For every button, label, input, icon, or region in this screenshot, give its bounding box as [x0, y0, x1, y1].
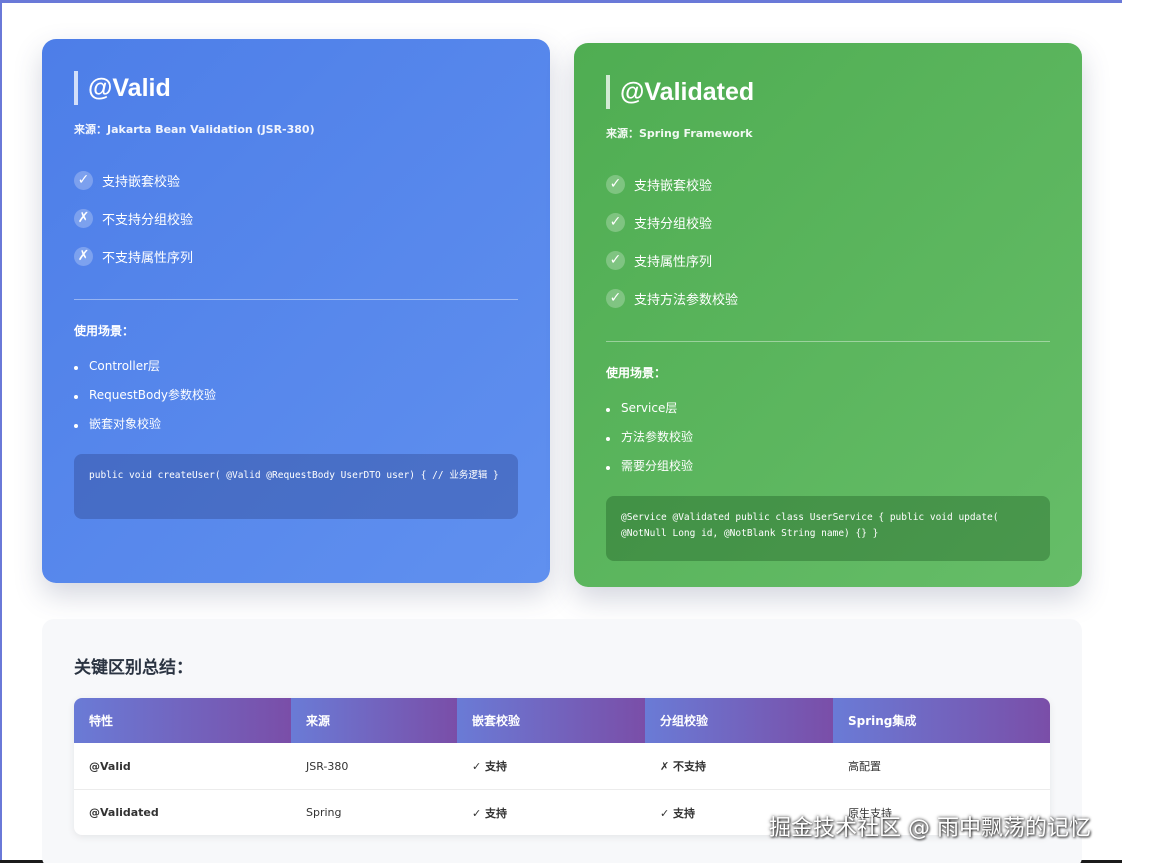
- table-header-cell: 来源: [291, 698, 457, 743]
- valid-card: @Valid 来源：Jakarta Bean Validation (JSR-3…: [42, 39, 550, 583]
- bullet-icon: [606, 465, 610, 470]
- table-header-row: 特性 来源 嵌套校验 分组校验 Spring集成: [74, 698, 1050, 743]
- scenario-item: RequestBody参数校验: [74, 380, 518, 409]
- scenario-label: 需要分组校验: [621, 459, 694, 473]
- right-edge: [1122, 0, 1152, 863]
- scenario-label: Service层: [621, 401, 678, 415]
- feature-item: ✓ 支持分组校验: [606, 203, 1050, 241]
- scenario-label: 嵌套对象校验: [89, 417, 162, 431]
- bullet-icon: [74, 423, 78, 428]
- feature-item: ✓ 支持嵌套校验: [74, 161, 518, 199]
- bullet-icon: [74, 394, 78, 399]
- validated-card: @Validated 来源：Spring Framework ✓ 支持嵌套校验 …: [574, 43, 1082, 587]
- cross-icon: ✗: [74, 208, 93, 228]
- code-block: public void createUser( @Valid @RequestB…: [74, 454, 518, 519]
- card-source: 来源：Jakarta Bean Validation (JSR-380): [74, 123, 315, 136]
- feature-item: ✓ 支持属性序列: [606, 241, 1050, 279]
- feature-list: ✓ 支持嵌套校验 ✗ 不支持分组校验 ✗ 不支持属性序列: [74, 161, 518, 275]
- watermark: 掘金技术社区 @ 雨中飘荡的记忆: [769, 816, 1091, 841]
- summary-title: 关键区别总结：: [74, 658, 193, 678]
- check-icon: ✓: [606, 250, 625, 270]
- bullet-icon: [74, 365, 78, 370]
- feature-item: ✓ 支持方法参数校验: [606, 279, 1050, 317]
- bullet-icon: [606, 407, 610, 412]
- left-border: [0, 0, 2, 863]
- scenario-list: Controller层 RequestBody参数校验 嵌套对象校验: [74, 351, 518, 438]
- code-block: @Service @Validated public class UserSer…: [606, 496, 1050, 561]
- table-cell: ✗ 不支持: [660, 760, 707, 773]
- feature-label: 支持嵌套校验: [634, 178, 713, 194]
- feature-item: ✗ 不支持分组校验: [74, 199, 518, 237]
- table-cell: ✓ 支持: [472, 760, 508, 773]
- check-icon: ✓: [606, 288, 625, 308]
- card-title: @Valid: [74, 71, 518, 105]
- feature-item: ✗ 不支持属性序列: [74, 237, 518, 275]
- scenario-item: 需要分组校验: [606, 451, 1050, 480]
- table-cell: 高配置: [848, 760, 881, 773]
- table-cell: Spring: [291, 789, 457, 835]
- cross-icon: ✗: [74, 246, 93, 266]
- check-icon: ✓: [74, 170, 93, 190]
- check-icon: ✓: [606, 174, 625, 194]
- scenario-title: 使用场景：: [606, 366, 667, 380]
- table-cell: @Validated: [74, 789, 291, 835]
- scenario-label: 方法参数校验: [621, 430, 694, 444]
- top-border: [0, 0, 1122, 3]
- divider: [74, 299, 518, 300]
- table-header-cell: 嵌套校验: [457, 698, 645, 743]
- card-source: 来源：Spring Framework: [606, 127, 753, 140]
- feature-label: 支持分组校验: [634, 216, 713, 232]
- check-icon: ✓: [606, 212, 625, 232]
- scenario-item: 嵌套对象校验: [74, 409, 518, 438]
- feature-list: ✓ 支持嵌套校验 ✓ 支持分组校验 ✓ 支持属性序列 ✓ 支持方法参数校验: [606, 165, 1050, 317]
- table-header-cell: 特性: [74, 698, 291, 743]
- card-title: @Validated: [606, 75, 1050, 109]
- table-header-cell: 分组校验: [645, 698, 833, 743]
- scenario-label: Controller层: [89, 359, 161, 373]
- scenario-label: RequestBody参数校验: [89, 388, 217, 402]
- bullet-icon: [606, 436, 610, 441]
- feature-label: 不支持属性序列: [102, 250, 194, 266]
- table-cell: @Valid: [89, 759, 131, 773]
- scenario-item: Controller层: [74, 351, 518, 380]
- feature-label: 支持方法参数校验: [634, 292, 739, 308]
- divider: [606, 341, 1050, 342]
- feature-label: 支持属性序列: [634, 254, 713, 270]
- scenario-item: 方法参数校验: [606, 422, 1050, 451]
- scenario-list: Service层 方法参数校验 需要分组校验: [606, 393, 1050, 480]
- scenario-title: 使用场景：: [74, 324, 135, 338]
- table-cell: ✓ 支持: [457, 789, 645, 835]
- feature-label: 支持嵌套校验: [102, 174, 181, 190]
- scenario-item: Service层: [606, 393, 1050, 422]
- table-cell: JSR-380: [306, 759, 349, 773]
- feature-label: 不支持分组校验: [102, 212, 194, 228]
- feature-item: ✓ 支持嵌套校验: [606, 165, 1050, 203]
- table-row: @Valid JSR-380 ✓ 支持 ✗ 不支持 高配置: [74, 743, 1050, 789]
- table-header-cell: Spring集成: [833, 698, 1050, 743]
